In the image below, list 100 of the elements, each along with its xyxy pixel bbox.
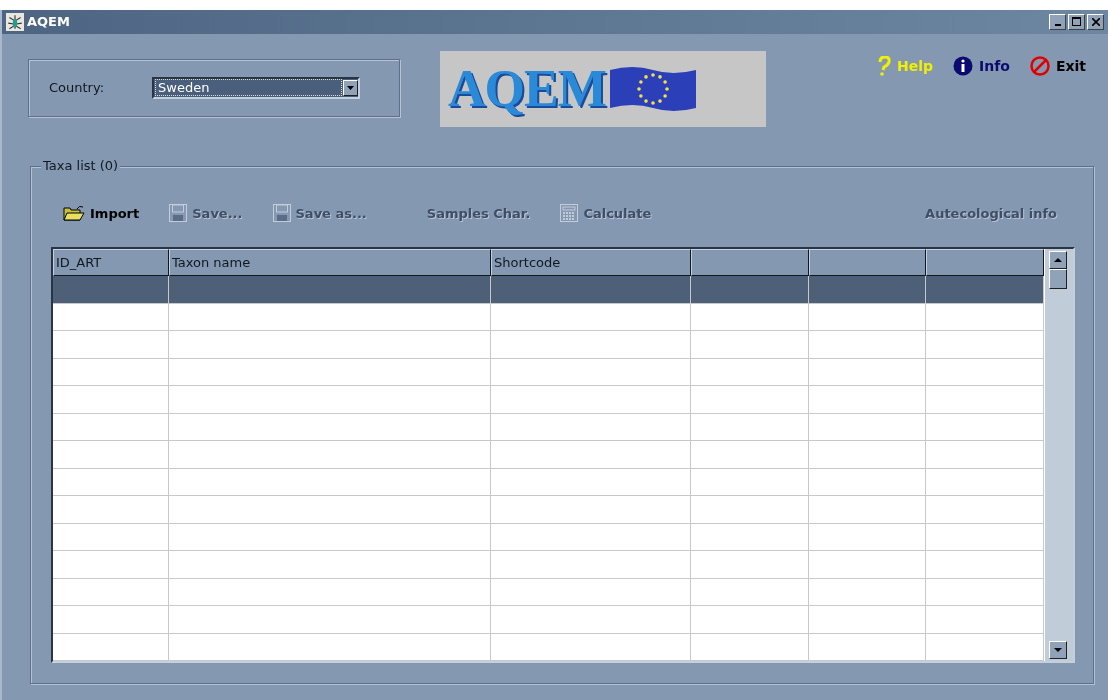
table-cell[interactable] [169,468,491,496]
table-cell[interactable] [691,578,809,606]
column-header[interactable]: Taxon name [169,249,491,276]
table-cell[interactable] [491,331,691,359]
column-header[interactable] [926,249,1044,276]
dropdown-button[interactable] [343,79,358,96]
table-cell[interactable] [53,606,169,634]
table-cell[interactable] [809,386,926,414]
table-cell[interactable] [926,413,1044,441]
table-cell[interactable] [53,551,169,579]
scroll-up-button[interactable] [1049,251,1067,269]
table-cell[interactable] [491,633,691,661]
table-cell[interactable] [926,606,1044,634]
table-cell[interactable] [691,276,809,304]
table-cell[interactable] [926,523,1044,551]
table-cell[interactable] [809,331,926,359]
table-cell[interactable] [691,523,809,551]
table-cell[interactable] [491,578,691,606]
table-cell[interactable] [53,303,169,331]
table-cell[interactable] [491,386,691,414]
table-cell[interactable] [691,441,809,469]
table-cell[interactable] [53,496,169,524]
table-cell[interactable] [809,496,926,524]
table-cell[interactable] [691,633,809,661]
table-cell[interactable] [169,441,491,469]
scroll-thumb[interactable] [1049,269,1067,289]
table-cell[interactable] [491,496,691,524]
close-button[interactable] [1087,13,1104,30]
table-cell[interactable] [169,331,491,359]
info-button[interactable]: Info [953,55,1010,76]
import-button[interactable]: Import [51,205,152,221]
column-header[interactable]: Shortcode [491,249,691,276]
table-cell[interactable] [809,358,926,386]
table-cell[interactable] [926,358,1044,386]
column-header[interactable] [691,249,809,276]
table-cell[interactable] [691,496,809,524]
table-cell[interactable] [809,413,926,441]
table-cell[interactable] [926,578,1044,606]
table-cell[interactable] [809,633,926,661]
table-cell[interactable] [169,413,491,441]
table-cell[interactable] [169,551,491,579]
table-cell[interactable] [53,523,169,551]
table-cell[interactable] [926,303,1044,331]
table-cell[interactable] [691,358,809,386]
table-cell[interactable] [169,523,491,551]
table-cell[interactable] [691,303,809,331]
table-cell[interactable] [809,303,926,331]
table-cell[interactable] [169,606,491,634]
table-cell[interactable] [926,276,1044,304]
table-cell[interactable] [53,358,169,386]
table-cell[interactable] [809,606,926,634]
maximize-button[interactable] [1068,13,1085,30]
table-cell[interactable] [53,386,169,414]
table-cell[interactable] [491,303,691,331]
table-cell[interactable] [491,523,691,551]
table-cell[interactable] [169,578,491,606]
table-cell[interactable] [169,633,491,661]
table-cell[interactable] [809,276,926,304]
table-cell[interactable] [926,551,1044,579]
table-cell[interactable] [809,578,926,606]
table-cell[interactable] [491,468,691,496]
table-cell[interactable] [491,606,691,634]
minimize-button[interactable] [1049,13,1066,30]
table-cell[interactable] [53,441,169,469]
table-cell[interactable] [53,331,169,359]
table-cell[interactable] [926,496,1044,524]
column-header[interactable]: ID_ART [53,249,169,276]
table-cell[interactable] [926,468,1044,496]
table-cell[interactable] [53,413,169,441]
table-cell[interactable] [691,606,809,634]
table-cell[interactable] [53,468,169,496]
table-cell[interactable] [491,551,691,579]
table-cell[interactable] [691,331,809,359]
table-cell[interactable] [926,331,1044,359]
table-cell[interactable] [169,276,491,304]
table-cell[interactable] [53,633,169,661]
table-cell[interactable] [491,276,691,304]
scrollbar[interactable] [1045,249,1073,661]
table-cell[interactable] [809,551,926,579]
table-cell[interactable] [809,523,926,551]
table-cell[interactable] [491,413,691,441]
table-cell[interactable] [169,386,491,414]
table-cell[interactable] [691,551,809,579]
table-cell[interactable] [926,386,1044,414]
table-cell[interactable] [809,468,926,496]
table-cell[interactable] [169,303,491,331]
table-cell[interactable] [691,386,809,414]
table-cell[interactable] [809,441,926,469]
table-cell[interactable] [491,441,691,469]
table-cell[interactable] [926,441,1044,469]
exit-button[interactable]: Exit [1029,55,1086,76]
table-cell[interactable] [926,633,1044,661]
country-dropdown[interactable]: Sweden [152,76,360,99]
table-cell[interactable] [169,496,491,524]
table-cell[interactable] [691,468,809,496]
table-cell[interactable] [53,578,169,606]
table-cell[interactable] [491,358,691,386]
table-cell[interactable] [691,413,809,441]
table-cell[interactable] [53,276,169,304]
table-cell[interactable] [169,358,491,386]
